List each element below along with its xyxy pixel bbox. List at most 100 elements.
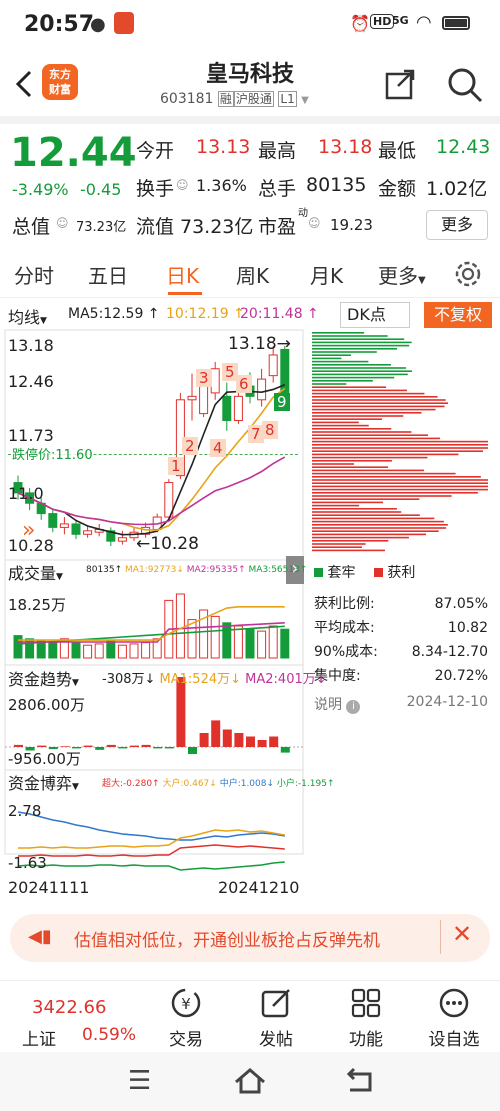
price-axis-label: 12.46 (8, 372, 54, 391)
high-marker: 13.18→ (228, 334, 291, 354)
more-circle-icon (439, 988, 469, 1018)
open-label: 今开 (136, 140, 175, 162)
price-axis-label: 13.18 (8, 336, 54, 355)
fund-trend-legend: -308万↓ MA1:524万↓ MA2:401万↓ (102, 672, 327, 687)
expand-icon[interactable]: » (22, 518, 35, 543)
volume-bar (175, 593, 185, 659)
nav-functions[interactable]: 功能 (326, 981, 406, 1053)
fund-bar (37, 745, 47, 747)
tab-intraday[interactable]: 分时 (14, 260, 54, 289)
info-icon[interactable]: i (346, 700, 361, 714)
title-bar: 东方 财富 皇马科技 603181 融沪股通 L1 ▼ (0, 52, 500, 116)
yuan-coin-icon: ¥ (171, 988, 201, 1018)
chip-bar (312, 447, 488, 449)
tab-monthly-k[interactable]: 月K (310, 260, 343, 289)
chip-bar (312, 383, 347, 385)
edit-icon (261, 989, 290, 1018)
legend-swatch-green (314, 568, 323, 577)
home-icon[interactable] (232, 1066, 268, 1096)
chip-bar (312, 348, 398, 350)
turnover-value: 1.36% (196, 176, 247, 195)
index-change[interactable]: 0.59% (82, 1025, 136, 1045)
index-value[interactable]: 3422.66 (32, 997, 106, 1018)
chip-bar (312, 440, 488, 443)
index-name[interactable]: 上证 (22, 1025, 56, 1050)
stock-code: 603181 (160, 91, 214, 107)
svg-text:¥: ¥ (181, 995, 191, 1013)
chip-bar (312, 380, 373, 382)
back-icon[interactable] (12, 68, 36, 100)
battery-icon (442, 16, 470, 30)
fund-game-select[interactable]: 资金博弈▼ (8, 770, 79, 794)
fund-bar (14, 744, 23, 747)
system-nav-bar: ☰ (0, 1052, 500, 1111)
chip-bar (312, 527, 447, 529)
chip-bar (312, 405, 445, 408)
fund-trend-select[interactable]: 资金趋势▼ (8, 666, 79, 690)
info-icon[interactable]: ☺ (56, 216, 69, 230)
connect-tag: 沪股通 (233, 91, 274, 107)
tab-five-day[interactable]: 五日 (88, 260, 128, 289)
chip-bar (312, 469, 425, 472)
volume-bar (233, 625, 243, 659)
float-label: 流值 (136, 216, 175, 238)
chip-bar (312, 463, 354, 465)
chip-bar (312, 428, 392, 430)
eastmoney-logo: 东方 财富 (42, 64, 78, 100)
volume-bar (71, 642, 81, 659)
volume-label: 总手 (258, 178, 297, 200)
chip-bar (312, 479, 488, 481)
search-icon[interactable] (446, 66, 484, 104)
chip-note-row: 说明 i 2024-12-10 (314, 694, 488, 714)
dk-marker[interactable]: 6 (236, 374, 252, 393)
gear-icon[interactable] (454, 260, 482, 288)
megaphone-icon: ◀▮ (28, 926, 52, 947)
pe-label: 市盈 (258, 216, 297, 238)
close-icon[interactable]: ✕ (452, 920, 472, 948)
info-icon[interactable]: ☺ (176, 178, 189, 192)
candle-body (257, 378, 267, 401)
mktcap-label: 总值 (12, 216, 51, 238)
back-nav-icon[interactable] (344, 1066, 376, 1096)
dk-marker[interactable]: 3 (196, 368, 212, 387)
chip-bar (312, 341, 412, 344)
volume-bar (141, 642, 151, 659)
tab-weekly-k[interactable]: 周K (236, 260, 269, 289)
mktcap-value: 73.23亿 (76, 220, 127, 235)
fund-game-line (18, 829, 285, 849)
volume-bar (268, 625, 278, 659)
chip-bar (312, 543, 366, 545)
chip-bar (312, 508, 397, 510)
tab-more[interactable]: 更多▼ (378, 260, 426, 289)
more-stats-button[interactable]: 更多 (426, 210, 488, 240)
nav-trade[interactable]: ¥ 交易 (146, 981, 226, 1053)
chip-bar (312, 536, 409, 539)
info-icon[interactable]: ☺ (308, 216, 321, 230)
fund-bar (188, 747, 197, 754)
fund-game-lines-group (17, 811, 285, 871)
volume-bar (210, 615, 220, 659)
dk-marker[interactable]: 9 (274, 392, 290, 411)
dk-marker[interactable]: 4 (210, 438, 226, 457)
fund-bar (211, 720, 221, 747)
volume-value: 80135 (306, 174, 367, 196)
chip-bar (312, 335, 388, 337)
chip-bar (312, 338, 405, 340)
chip-bar (312, 517, 435, 520)
status-time: 20:57 (24, 12, 95, 37)
nav-post[interactable]: 发帖 (236, 981, 316, 1053)
dk-marker[interactable]: 1 (168, 456, 184, 475)
margin-tag: 融 (217, 91, 234, 107)
chevron-down-icon[interactable]: ▼ (301, 95, 309, 106)
promo-banner[interactable]: ◀▮ 估值相对低位，开通创业板抢占反弹先机 ✕ (10, 914, 490, 962)
chip-bar (312, 456, 428, 459)
dk-marker[interactable]: 8 (262, 420, 278, 439)
volume-select[interactable]: 成交量▼ (8, 560, 63, 584)
chip-bar (312, 396, 438, 398)
tab-daily-k[interactable]: 日K (166, 260, 199, 289)
last-price: 12.44 (10, 130, 137, 176)
share-icon[interactable] (384, 68, 416, 100)
menu-icon[interactable]: ☰ (128, 1066, 151, 1096)
dk-marker[interactable]: 2 (182, 436, 198, 455)
nav-add-watchlist[interactable]: 设自选 (414, 981, 494, 1053)
